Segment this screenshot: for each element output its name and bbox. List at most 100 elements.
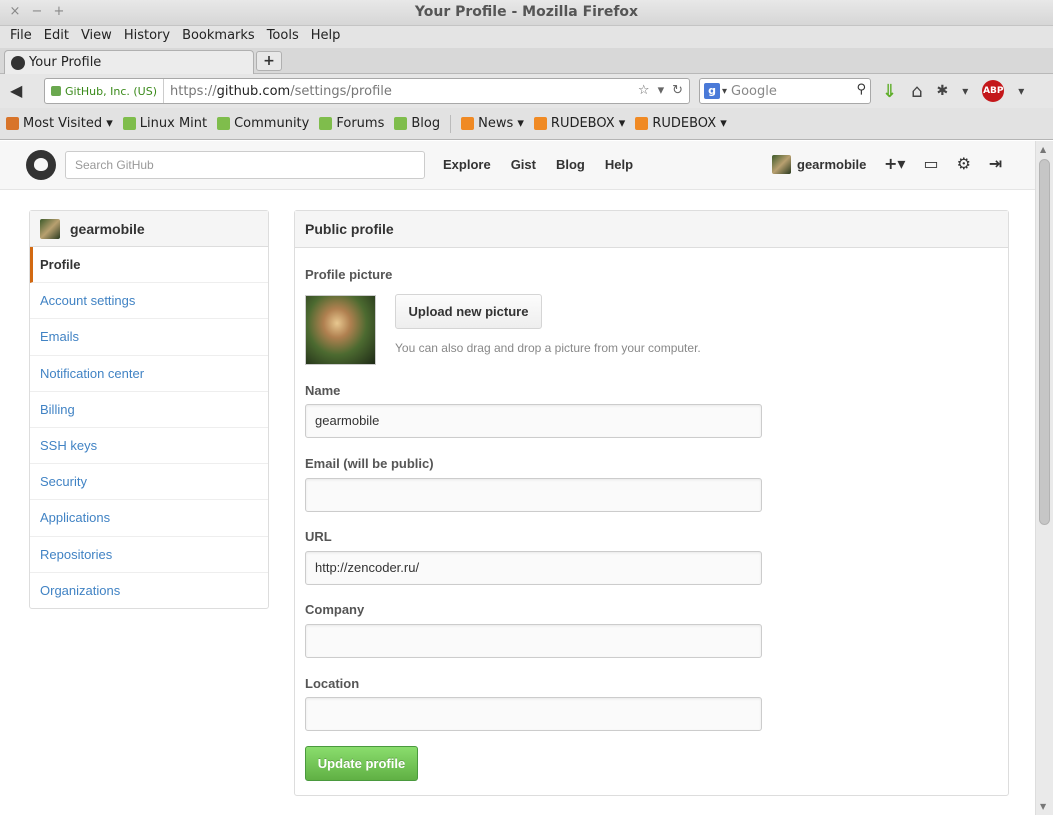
bookmark-most-visited[interactable]: Most Visited ▾ <box>6 116 113 131</box>
github-search-input[interactable]: Search GitHub <box>65 151 425 179</box>
sidebar-item-profile[interactable]: Profile <box>30 247 268 284</box>
reload-icon[interactable]: ↻ <box>672 83 683 98</box>
url-bar-icons: ☆ ▾ ↻ <box>638 83 683 98</box>
rss-feed-icon <box>461 117 475 130</box>
sidebar-item-billing[interactable]: Billing <box>30 392 268 428</box>
scroll-down-arrow-icon[interactable]: ▼ <box>1040 802 1046 811</box>
header-user[interactable]: gearmobile <box>772 155 866 174</box>
nav-blog[interactable]: Blog <box>556 157 585 172</box>
lock-icon <box>51 86 61 96</box>
create-new-icon[interactable]: +▾ <box>884 154 905 173</box>
tab-title: Your Profile <box>29 55 102 70</box>
bookmark-linux-mint[interactable]: Linux Mint <box>122 116 207 131</box>
sidebar-item-applications[interactable]: Applications <box>30 500 268 537</box>
sidebar-item-emails[interactable]: Emails <box>30 319 268 356</box>
bookmark-rudebox-2[interactable]: RUDEBOX ▾ <box>635 116 727 131</box>
linux-mint-icon <box>394 117 408 130</box>
upload-picture-button[interactable]: Upload new picture <box>395 294 542 329</box>
company-field[interactable] <box>305 624 762 658</box>
tab-your-profile[interactable]: Your Profile <box>4 50 254 74</box>
site-identity-label: GitHub, Inc. (US) <box>65 84 157 98</box>
nav-explore[interactable]: Explore <box>443 157 491 172</box>
google-engine-icon[interactable]: g <box>704 83 720 99</box>
bookmark-rudebox-1[interactable]: RUDEBOX ▾ <box>533 116 625 131</box>
url-field[interactable]: http://zencoder.ru/ <box>305 551 762 585</box>
gear-icon[interactable]: ⚙ <box>957 154 971 173</box>
name-field[interactable]: gearmobile <box>305 404 762 438</box>
scroll-up-arrow-icon[interactable]: ▲ <box>1040 145 1046 154</box>
engine-dropdown-icon[interactable]: ▾ <box>722 86 727 97</box>
linux-mint-icon <box>319 117 333 130</box>
panel-title: Public profile <box>295 211 1008 248</box>
menu-help[interactable]: Help <box>305 26 347 48</box>
menu-tools[interactable]: Tools <box>261 26 305 48</box>
sidebar-item-security[interactable]: Security <box>30 464 268 501</box>
menu-edit[interactable]: Edit <box>38 26 75 48</box>
upload-hint: You can also drag and drop a picture fro… <box>395 341 701 355</box>
sidebar-item-repositories[interactable]: Repositories <box>30 537 268 573</box>
github-favicon-icon <box>11 55 25 70</box>
page-scrollbar[interactable]: ▲ ▼ <box>1035 141 1053 815</box>
download-arrow-icon[interactable]: ⇓ <box>882 81 897 102</box>
menu-bookmarks[interactable]: Bookmarks <box>176 26 261 48</box>
email-field[interactable] <box>305 478 762 512</box>
email-label: Email (will be public) <box>305 456 434 471</box>
public-profile-panel: Public profile Profile picture Upload ne… <box>294 210 1009 796</box>
window-titlebar: × − + Your Profile - Mozilla Firefox <box>0 0 1053 26</box>
settings-sidebar: gearmobile Profile Account settings Emai… <box>29 210 269 609</box>
navigation-toolbar: ◀ GitHub, Inc. (US) https://github.com/s… <box>0 74 1053 108</box>
most-visited-icon <box>6 117 19 130</box>
adblock-plus-icon[interactable]: ABP <box>982 80 1005 102</box>
signout-icon[interactable]: ⇥ <box>989 154 1002 173</box>
linux-mint-icon <box>217 117 231 130</box>
inbox-icon[interactable]: ▭ <box>923 154 938 173</box>
bookmark-star-icon[interactable]: ☆ <box>638 83 650 98</box>
profile-picture-label: Profile picture <box>305 267 393 282</box>
bookmark-community[interactable]: Community <box>217 116 309 131</box>
search-placeholder: Google <box>731 83 777 99</box>
profile-picture <box>305 295 376 365</box>
bookmark-news[interactable]: News ▾ <box>461 116 524 131</box>
sidebar-item-organizations[interactable]: Organizations <box>30 573 268 609</box>
url-label: URL <box>305 529 332 544</box>
search-bar[interactable]: g ▾ Google ⚲ <box>699 78 871 104</box>
abp-dropdown-icon[interactable]: ▾ <box>1018 84 1024 98</box>
menu-file[interactable]: File <box>4 26 38 48</box>
update-profile-button[interactable]: Update profile <box>305 746 418 781</box>
bookmark-separator <box>450 114 452 133</box>
addon-bug-icon[interactable]: ✱ <box>937 83 949 99</box>
url-bar[interactable]: GitHub, Inc. (US) https://github.com/set… <box>44 78 690 104</box>
sidebar-item-account-settings[interactable]: Account settings <box>30 283 268 320</box>
addon-dropdown-icon[interactable]: ▾ <box>962 84 968 98</box>
bookmark-blog[interactable]: Blog <box>394 116 440 131</box>
nav-help[interactable]: Help <box>605 157 633 172</box>
location-label: Location <box>305 676 360 691</box>
home-icon[interactable]: ⌂ <box>911 81 922 102</box>
linux-mint-icon <box>122 117 136 130</box>
dropdown-arrow-icon[interactable]: ▾ <box>658 83 665 98</box>
sidebar-item-notification-center[interactable]: Notification center <box>30 356 268 392</box>
url-text[interactable]: https://github.com/settings/profile <box>164 84 392 99</box>
sidebar-header: gearmobile <box>30 211 268 247</box>
bookmark-forums[interactable]: Forums <box>319 116 384 131</box>
scroll-thumb[interactable] <box>1039 159 1050 525</box>
page-viewport: Search GitHub Explore Gist Blog Help gea… <box>0 141 1053 815</box>
search-icon[interactable]: ⚲ <box>856 82 866 97</box>
location-field[interactable] <box>305 697 762 731</box>
avatar <box>772 155 791 174</box>
menu-view[interactable]: View <box>75 26 118 48</box>
rss-feed-icon <box>635 117 649 130</box>
new-tab-button[interactable]: + <box>256 51 282 71</box>
back-arrow-icon[interactable]: ◀ <box>10 81 22 100</box>
github-nav: Explore Gist Blog Help <box>443 157 633 172</box>
site-identity[interactable]: GitHub, Inc. (US) <box>45 79 164 103</box>
toolbar-icons: ⇓ ⌂ ✱ ▾ ABP ▾ <box>882 80 1024 102</box>
rss-feed-icon <box>533 117 547 130</box>
tabbar: Your Profile + <box>0 48 1053 74</box>
octocat-logo-icon[interactable] <box>26 150 56 180</box>
github-header: Search GitHub Explore Gist Blog Help gea… <box>0 141 1035 190</box>
window-title: Your Profile - Mozilla Firefox <box>414 4 639 20</box>
menu-history[interactable]: History <box>118 26 176 48</box>
nav-gist[interactable]: Gist <box>511 157 536 172</box>
sidebar-item-ssh-keys[interactable]: SSH keys <box>30 428 268 465</box>
